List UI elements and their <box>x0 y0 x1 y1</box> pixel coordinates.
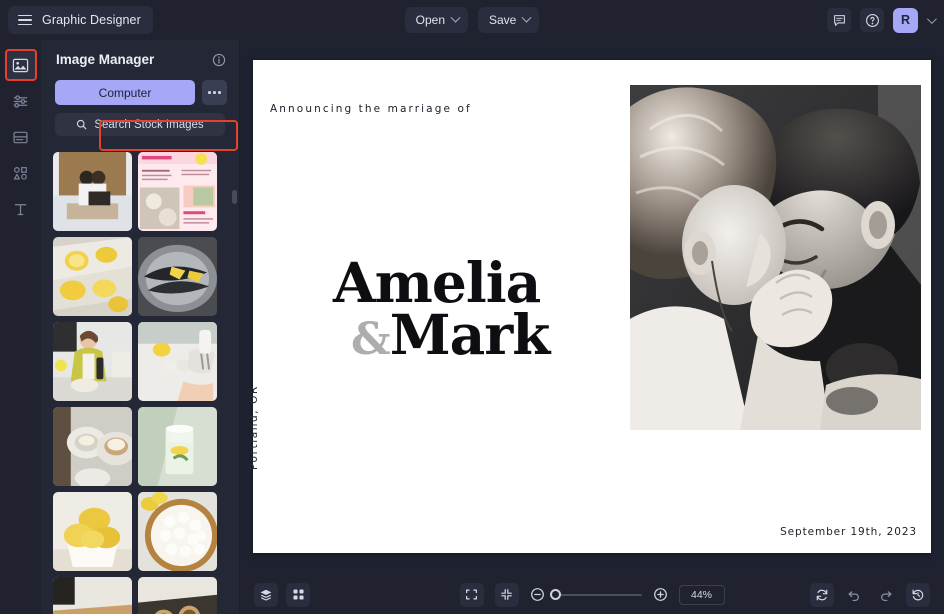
computer-source-button[interactable]: Computer <box>55 80 195 105</box>
panel-header: Image Manager <box>41 40 239 67</box>
thumbnail-tart-board[interactable] <box>53 577 132 614</box>
image-manager-panel: Image Manager Computer Search Stock Imag… <box>41 40 240 614</box>
hamburger-icon <box>18 14 32 26</box>
redo-button[interactable] <box>874 583 898 607</box>
sidebar-item-templates[interactable] <box>5 121 37 153</box>
page-title: Image Manager <box>56 52 155 67</box>
bottom-right-group <box>810 582 930 607</box>
canvas-location-text[interactable]: Portland, OR <box>248 350 260 470</box>
fit-screen-button[interactable] <box>459 582 484 607</box>
shrink-icon <box>501 589 512 600</box>
chevron-down-icon[interactable] <box>926 13 937 24</box>
thumbnail-recipe-layout[interactable] <box>138 152 217 231</box>
thumbnail-mini-tarts[interactable] <box>138 577 217 614</box>
thumbnail-fish-tray[interactable] <box>138 237 217 316</box>
thumbnail-lemonade-glass[interactable] <box>138 407 217 486</box>
left-tool-rail <box>0 40 41 614</box>
layout-icon <box>13 131 28 143</box>
canvas-workspace[interactable]: Announcing the marriage of Amelia &Mark … <box>240 40 944 575</box>
search-stock-images-button[interactable]: Search Stock Images <box>55 113 225 136</box>
info-circle-icon[interactable] <box>212 53 226 67</box>
canvas-date-text[interactable]: September 19th, 2023 <box>780 526 917 538</box>
thumbnail-lemons-bowl[interactable] <box>53 492 132 571</box>
thumbnail-grid <box>41 144 240 614</box>
zoom-in-icon[interactable] <box>653 587 668 602</box>
thumbnail-woman-cooking[interactable] <box>53 322 132 401</box>
redo-icon <box>881 590 892 601</box>
app-title: Graphic Designer <box>42 13 141 27</box>
shrink-button[interactable] <box>494 582 519 607</box>
thumbnail-meringue-tart[interactable] <box>138 492 217 571</box>
canvas-ampersand: & <box>351 313 391 365</box>
history-icon <box>912 589 924 600</box>
image-source-row: Computer <box>41 67 239 105</box>
canvas-name-second: Mark <box>389 301 551 367</box>
canvas-names-block[interactable]: Amelia &Mark <box>333 255 633 362</box>
undo-icon <box>848 590 859 601</box>
search-stock-label: Search Stock Images <box>94 118 204 131</box>
comments-button[interactable] <box>827 8 851 32</box>
fit-screen-icon <box>466 589 477 600</box>
history-button[interactable] <box>906 582 930 607</box>
app-menu-button[interactable]: Graphic Designer <box>8 6 153 34</box>
sidebar-item-images[interactable] <box>4 49 37 81</box>
thumbnail-plated-desserts[interactable] <box>53 407 132 486</box>
image-icon <box>12 58 29 72</box>
thumbnail-couple-in-bed[interactable] <box>53 152 132 231</box>
zoom-slider[interactable] <box>549 588 642 600</box>
zoom-out-icon[interactable] <box>530 587 545 602</box>
search-icon <box>77 119 87 130</box>
sidebar-item-text[interactable] <box>5 193 37 225</box>
zoom-slider-handle[interactable] <box>549 588 561 600</box>
shapes-icon <box>13 166 27 180</box>
sidebar-item-adjustments[interactable] <box>5 85 37 117</box>
couple-embrace-bw-photo <box>630 85 921 430</box>
design-canvas[interactable]: Announcing the marriage of Amelia &Mark … <box>248 60 931 553</box>
comment-icon <box>833 14 845 26</box>
top-bar: Graphic Designer Open Save R <box>0 0 944 40</box>
zoom-level-value[interactable]: 44% <box>678 584 725 605</box>
chevron-down-icon <box>521 12 532 23</box>
sliders-icon <box>13 94 28 108</box>
open-label: Open <box>415 13 445 27</box>
canvas-photo[interactable] <box>630 85 921 430</box>
refresh-icon <box>816 589 828 600</box>
thumbnail-hand-mixer[interactable] <box>138 322 217 401</box>
canvas-header-text[interactable]: Announcing the marriage of <box>270 103 472 115</box>
chevron-down-icon <box>450 12 461 23</box>
help-button[interactable] <box>860 8 884 32</box>
undo-button[interactable] <box>842 583 866 607</box>
more-options-button[interactable] <box>202 80 227 105</box>
panel-scrollbar-thumb[interactable] <box>232 190 237 204</box>
sidebar-item-shapes[interactable] <box>5 157 37 189</box>
reset-view-button[interactable] <box>810 582 834 607</box>
save-menu-button[interactable]: Save <box>478 7 540 33</box>
canvas-name-second-line[interactable]: &Mark <box>351 307 633 362</box>
save-label: Save <box>489 13 517 27</box>
thumbnail-lemons-cloth[interactable] <box>53 237 132 316</box>
top-bar-right-group: R <box>827 0 937 40</box>
bottom-toolbar: 44% <box>240 575 944 614</box>
text-icon <box>14 203 27 215</box>
help-circle-icon <box>865 13 879 27</box>
open-menu-button[interactable]: Open <box>404 7 468 33</box>
avatar[interactable]: R <box>893 7 918 33</box>
